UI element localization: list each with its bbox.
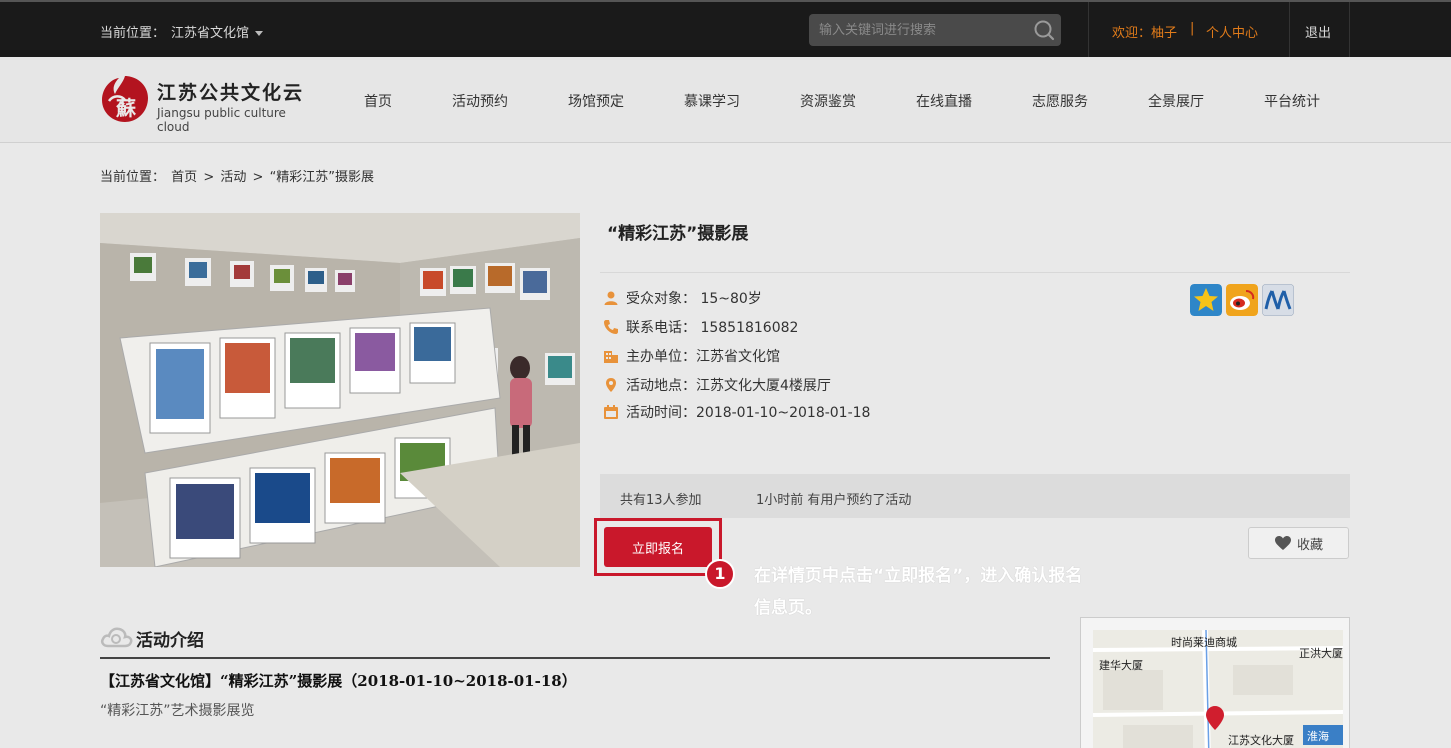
divider <box>600 272 1350 273</box>
site-logo[interactable]: 蘇 江苏公共文化云 Jiangsu public culture cloud <box>99 73 319 134</box>
heart-icon <box>1274 536 1291 550</box>
participation-stats: 共有13人参加 1小时前 有用户预约了活动 <box>600 474 1350 518</box>
location-value[interactable]: 江苏省文化馆 <box>171 26 249 41</box>
event-organizer: 主办单位：江苏省文化馆 <box>603 346 780 366</box>
renren-icon[interactable] <box>1262 284 1294 316</box>
map-label: 正洪大厦 <box>1299 647 1343 660</box>
intro-subtitle: “精彩江苏”艺术摄影展览 <box>100 703 255 719</box>
phone-icon <box>604 320 618 334</box>
map-label: 建华大厦 <box>1099 659 1143 672</box>
location-map[interactable]: 时尚莱迪商城 建华大厦 正洪大厦 江苏文化大厦 淮海 <box>1080 617 1350 748</box>
participants-count: 共有13人参加 <box>620 493 702 508</box>
user-icon <box>604 291 618 305</box>
event-photo <box>100 213 580 567</box>
audience-text: 受众对象： 15~80岁 <box>626 291 762 307</box>
map-canvas[interactable]: 时尚莱迪商城 建华大厦 正洪大厦 江苏文化大厦 淮海 <box>1092 629 1344 748</box>
user-center-link[interactable]: 个人中心 <box>1206 22 1258 41</box>
phone-text: 联系电话： 15851816082 <box>626 320 799 336</box>
nav-panorama[interactable]: 全景展厅 <box>1148 91 1204 111</box>
welcome-user-link[interactable]: 欢迎：柚子 <box>1112 22 1177 41</box>
nav-activity-booking[interactable]: 活动预约 <box>452 91 508 111</box>
event-time: 活动时间：2018-01-10~2018-01-18 <box>603 402 870 422</box>
map-label: 时尚莱迪商城 <box>1171 636 1237 649</box>
building-icon <box>604 351 618 363</box>
nav-home[interactable]: 首页 <box>364 91 392 111</box>
instruction-callout: 在详情页中点击“立即报名”，进入确认报名信息页。 <box>754 566 1083 618</box>
map-label: 淮海 <box>1307 730 1329 743</box>
breadcrumb-activity[interactable]: 活动 <box>220 170 246 185</box>
breadcrumb-home[interactable]: 首页 <box>171 170 197 185</box>
caret-down-icon[interactable] <box>255 31 264 36</box>
separator: | <box>1190 21 1195 36</box>
location-label: 当前位置： <box>100 26 166 41</box>
favorite-button[interactable]: 收藏 <box>1248 527 1349 559</box>
location-pin-icon <box>606 378 616 392</box>
nav-volunteer[interactable]: 志愿服务 <box>1032 91 1088 111</box>
cloud-icon <box>100 627 133 648</box>
svg-text:蘇: 蘇 <box>115 96 136 120</box>
signup-highlight-box: 立即报名 <box>594 518 722 576</box>
logo-title: 江苏公共文化云 <box>157 82 305 104</box>
breadcrumb: 当前位置： 首页 > 活动 > “精彩江苏”摄影展 <box>100 166 376 185</box>
divider <box>1088 2 1089 59</box>
exhibition-photo-illustration <box>100 213 580 567</box>
logo-seal-icon: 蘇 <box>102 76 148 122</box>
location-selector[interactable]: 当前位置： 江苏省文化馆 <box>100 22 264 41</box>
location-text: 活动地点：江苏文化大厦4楼展厅 <box>626 378 831 394</box>
favorite-label: 收藏 <box>1296 537 1323 553</box>
event-audience: 受众对象： 15~80岁 <box>603 288 762 308</box>
nav-mooc[interactable]: 慕课学习 <box>684 91 740 111</box>
signup-button[interactable]: 立即报名 <box>604 527 712 567</box>
event-title: “精彩江苏”摄影展 <box>607 224 749 244</box>
logo-subtitle: Jiangsu public culture cloud <box>157 106 286 134</box>
top-bar: 当前位置： 江苏省文化馆 欢迎：柚子 | 个人中心 退出 <box>0 0 1451 59</box>
nav-resources[interactable]: 资源鉴赏 <box>800 91 856 111</box>
search-input[interactable] <box>809 14 1029 46</box>
recent-activity: 1小时前 有用户预约了活动 <box>756 493 912 508</box>
event-phone: 联系电话： 15851816082 <box>603 317 798 337</box>
event-location: 活动地点：江苏文化大厦4楼展厅 <box>603 375 831 395</box>
main-navbar: 蘇 江苏公共文化云 Jiangsu public culture cloud 首… <box>0 57 1451 143</box>
calendar-icon <box>604 405 618 419</box>
intro-section-header: 活动介绍 <box>100 622 1050 659</box>
breadcrumb-current: “精彩江苏”摄影展 <box>269 170 375 185</box>
breadcrumb-separator: > <box>252 170 264 185</box>
nav-venue-booking[interactable]: 场馆预定 <box>568 91 624 111</box>
breadcrumb-separator: > <box>203 170 215 185</box>
divider <box>1289 2 1290 59</box>
map-label: 江苏文化大厦 <box>1228 734 1294 747</box>
qzone-icon[interactable] <box>1190 284 1222 316</box>
intro-headline: 【江苏省文化馆】“精彩江苏”摄影展（2018-01-10~2018-01-18） <box>100 672 577 690</box>
search-box <box>809 14 1061 46</box>
nav-statistics[interactable]: 平台统计 <box>1264 91 1320 111</box>
organizer-text: 主办单位：江苏省文化馆 <box>626 349 780 365</box>
search-icon[interactable] <box>1033 19 1055 41</box>
nav-live[interactable]: 在线直播 <box>916 91 972 111</box>
step-number-badge: 1 <box>705 559 735 589</box>
logout-link[interactable]: 退出 <box>1305 22 1331 41</box>
time-text: 活动时间：2018-01-10~2018-01-18 <box>626 405 871 421</box>
weibo-icon[interactable] <box>1226 284 1258 316</box>
intro-heading: 活动介绍 <box>136 631 204 651</box>
breadcrumb-label: 当前位置： <box>100 170 166 185</box>
divider <box>1349 2 1350 59</box>
